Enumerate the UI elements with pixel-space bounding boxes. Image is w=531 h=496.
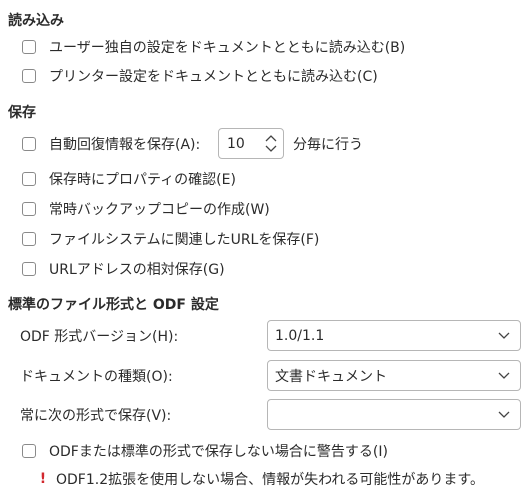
load-user-settings-option[interactable]: ユーザー独自の設定をドキュメントとともに読み込む(B) xyxy=(22,36,405,58)
autorecovery-option[interactable]: 自動回復情報を保存(A): xyxy=(22,133,200,155)
confirm-properties-label: 保存時にプロパティの確認(E) xyxy=(49,172,236,188)
relative-url-checkbox[interactable] xyxy=(22,262,36,276)
chevron-down-icon[interactable] xyxy=(494,372,514,380)
section-heading-load: 読み込み xyxy=(8,13,64,29)
autorecovery-checkbox[interactable] xyxy=(22,137,36,151)
odf-version-select[interactable]: 1.0/1.1 xyxy=(267,320,521,351)
document-type-select[interactable]: 文書ドキュメント xyxy=(267,360,521,391)
spin-arrows[interactable] xyxy=(263,134,279,153)
chevron-down-icon[interactable] xyxy=(494,411,514,419)
filesystem-url-label: ファイルシステムに関連したURLを保存(F) xyxy=(49,232,320,248)
confirm-properties-checkbox[interactable] xyxy=(22,172,36,186)
relative-url-option[interactable]: URLアドレスの相対保存(G) xyxy=(22,258,225,280)
load-printer-settings-label: プリンター設定をドキュメントとともに読み込む(C) xyxy=(49,69,378,85)
relative-url-label: URLアドレスの相対保存(G) xyxy=(49,262,225,278)
autorecovery-minutes-spinbox[interactable]: 10 xyxy=(218,128,284,159)
section-heading-save: 保存 xyxy=(8,105,36,121)
chevron-up-icon[interactable] xyxy=(265,134,277,142)
chevron-down-icon[interactable] xyxy=(494,332,514,340)
load-user-settings-checkbox[interactable] xyxy=(22,40,36,54)
warn-non-odf-option[interactable]: ODFまたは標準の形式で保存しない場合に警告する(I) xyxy=(22,440,388,462)
load-printer-settings-checkbox[interactable] xyxy=(22,69,36,83)
backup-copy-checkbox[interactable] xyxy=(22,202,36,216)
odf-warning-notice: ! ODF1.2拡張を使用しない場合、情報が失われる可能性があります。 xyxy=(36,469,484,489)
filesystem-url-checkbox[interactable] xyxy=(22,232,36,246)
load-printer-settings-option[interactable]: プリンター設定をドキュメントとともに読み込む(C) xyxy=(22,65,378,87)
chevron-down-icon[interactable] xyxy=(265,145,277,153)
confirm-properties-option[interactable]: 保存時にプロパティの確認(E) xyxy=(22,168,236,190)
odf-version-value: 1.0/1.1 xyxy=(275,327,325,344)
backup-copy-option[interactable]: 常時バックアップコピーの作成(W) xyxy=(22,198,270,220)
odf-version-label: ODF 形式バージョン(H): xyxy=(20,329,179,345)
load-user-settings-label: ユーザー独自の設定をドキュメントとともに読み込む(B) xyxy=(49,40,406,56)
autorecovery-minutes-value[interactable]: 10 xyxy=(219,136,263,152)
section-heading-odf: 標準のファイル形式と ODF 設定 xyxy=(8,297,219,313)
backup-copy-label: 常時バックアップコピーの作成(W) xyxy=(49,202,270,218)
filesystem-url-option[interactable]: ファイルシステムに関連したURLを保存(F) xyxy=(22,228,319,250)
always-save-as-label: 常に次の形式で保存(V): xyxy=(20,408,172,424)
document-type-label: ドキュメントの種類(O): xyxy=(20,369,173,385)
warning-exclamation-icon: ! xyxy=(39,471,47,487)
autorecovery-label: 自動回復情報を保存(A): xyxy=(49,137,201,153)
document-type-value: 文書ドキュメント xyxy=(275,368,387,385)
autorecovery-suffix: 分毎に行う xyxy=(293,137,363,153)
always-save-as-select[interactable] xyxy=(267,399,521,430)
odf-warning-text: ODF1.2拡張を使用しない場合、情報が失われる可能性があります。 xyxy=(56,472,485,488)
warn-non-odf-label: ODFまたは標準の形式で保存しない場合に警告する(I) xyxy=(49,444,388,460)
warn-non-odf-checkbox[interactable] xyxy=(22,444,36,458)
